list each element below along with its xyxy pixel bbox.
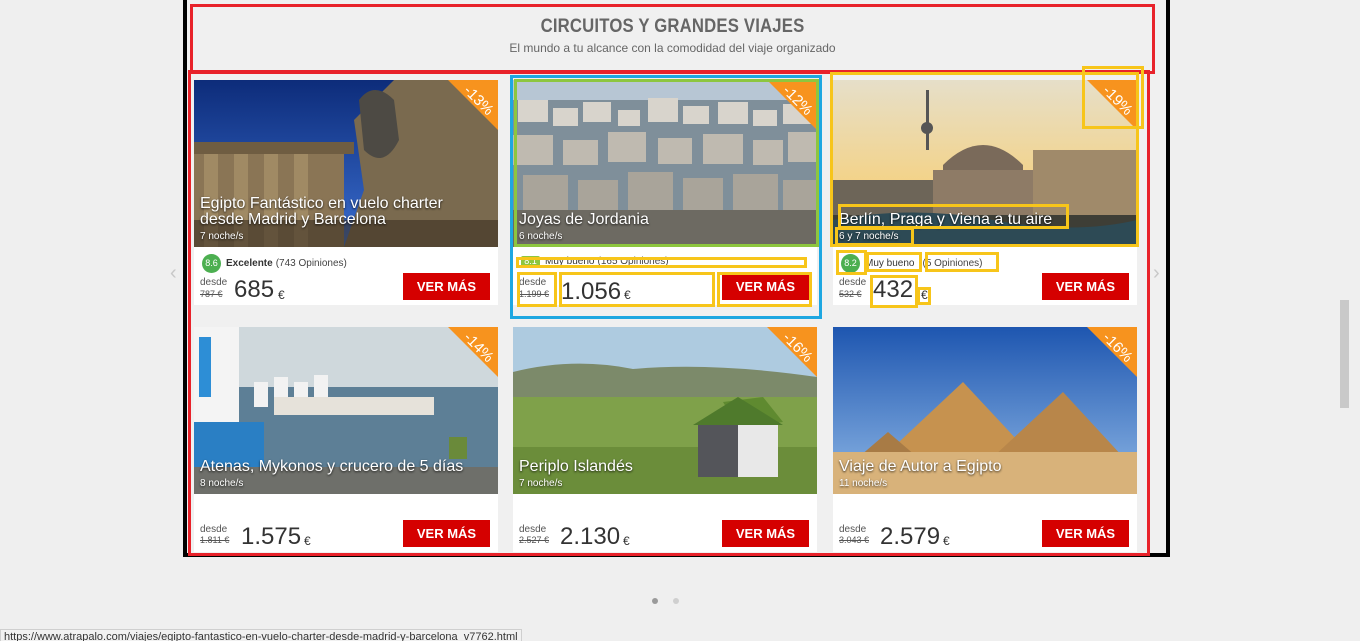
score-annotation bbox=[836, 250, 867, 275]
page-scrollbar[interactable] bbox=[1340, 300, 1349, 408]
carousel-dot-2[interactable] bbox=[673, 598, 679, 604]
price-annotation bbox=[559, 272, 715, 307]
opinions-annotation bbox=[925, 252, 999, 272]
chevron-left-icon[interactable]: ‹ bbox=[170, 262, 177, 285]
rating-label-annotation bbox=[866, 252, 922, 272]
section-subtitle: El mundo a tu alcance con la comodidad d… bbox=[509, 41, 836, 55]
price-annotation-3 bbox=[870, 275, 918, 308]
button-annotation bbox=[717, 272, 812, 307]
rating-annotation bbox=[516, 257, 807, 268]
chevron-right-icon[interactable]: › bbox=[1153, 262, 1160, 285]
photo-annotation-green bbox=[514, 79, 819, 247]
status-bar-url: https://www.atrapalo.com/viajes/egipto-f… bbox=[0, 629, 522, 641]
carousel-dot-1[interactable] bbox=[652, 598, 658, 604]
name-annotation bbox=[838, 204, 1069, 229]
section-title: CIRCUITOS Y GRANDES VIAJES bbox=[540, 16, 805, 37]
currency-annotation-3 bbox=[917, 287, 931, 305]
header-annotation-box bbox=[190, 4, 1155, 74]
old-price-annotation bbox=[517, 272, 557, 307]
badge-annotation bbox=[1082, 66, 1144, 129]
nights-annotation bbox=[835, 227, 914, 246]
